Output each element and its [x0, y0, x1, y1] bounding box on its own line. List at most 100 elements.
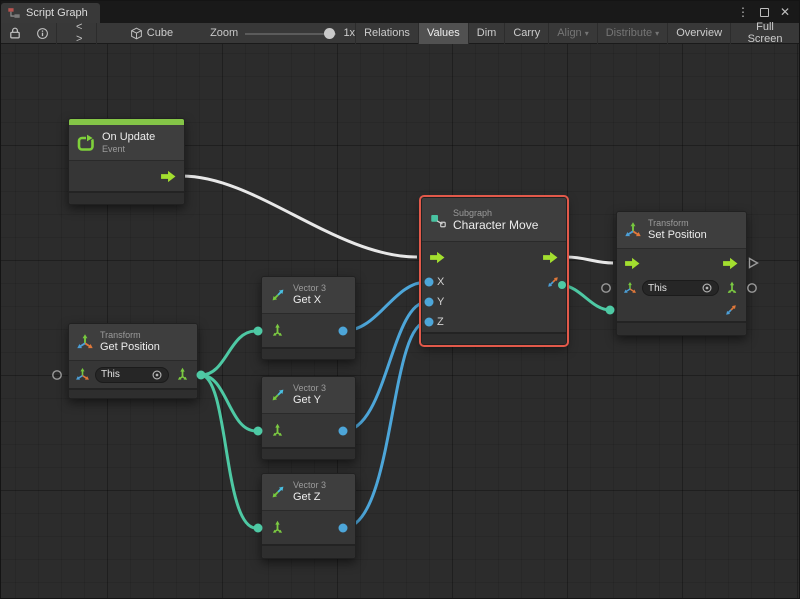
overview-button[interactable]: Overview — [667, 23, 730, 44]
info-icon[interactable] — [29, 23, 56, 44]
vector3-input-icon[interactable] — [269, 322, 286, 339]
wire-getposition-to-getx — [201, 331, 256, 375]
node-surtitle: Subgraph — [453, 208, 538, 219]
subgraph-icon — [429, 211, 447, 229]
node-on-update[interactable]: On Update Event — [68, 118, 185, 205]
node-title: Get Z — [293, 491, 326, 504]
relations-button[interactable]: Relations — [355, 23, 418, 44]
object-picker-icon[interactable] — [151, 369, 163, 381]
flow-output-port[interactable] — [722, 257, 739, 270]
flow-input-port[interactable] — [429, 251, 446, 264]
node-title: Set Position — [648, 229, 707, 242]
node-header[interactable]: Vector 3 Get Y — [262, 377, 355, 414]
values-button[interactable]: Values — [418, 23, 468, 44]
node-get-position[interactable]: Transform Get Position This — [68, 323, 198, 399]
node-set-position[interactable]: Transform Set Position This — [616, 211, 747, 336]
distribute-dropdown[interactable]: Distribute — [597, 23, 667, 44]
node-title: Get Position — [100, 341, 160, 354]
wire-charactermove-to-setposition — [567, 257, 613, 263]
close-icon[interactable]: ✕ — [780, 5, 790, 19]
node-character-move[interactable]: Subgraph Character Move X Y Z — [421, 197, 567, 345]
toolbar-separator — [96, 23, 97, 44]
vector3-icon — [269, 483, 287, 501]
zoom-value: 1x — [343, 27, 355, 39]
align-dropdown[interactable]: Align — [548, 23, 596, 44]
input-label-x: X — [437, 276, 444, 288]
node-header[interactable]: Transform Set Position — [617, 212, 746, 249]
graph-toolbar: < > Cube Zoom 1x Relations Values Dim Ca… — [1, 23, 799, 44]
node-footer — [262, 544, 355, 558]
kebab-menu-icon[interactable]: ⋮ — [737, 5, 749, 19]
vector3-icon — [269, 386, 287, 404]
node-surtitle: Vector 3 — [293, 283, 326, 294]
zoom-slider-track — [245, 33, 336, 35]
fullscreen-button[interactable]: Full Screen — [730, 23, 799, 44]
node-header[interactable]: Subgraph Character Move — [422, 198, 566, 242]
vector-output-icon[interactable] — [723, 302, 739, 318]
node-footer — [617, 321, 746, 335]
node-header[interactable]: Vector 3 Get Z — [262, 474, 355, 511]
transform-port-icon — [623, 281, 637, 295]
cube-icon — [130, 27, 143, 40]
node-footer — [69, 388, 197, 398]
wire-getposition-to-getz — [201, 375, 256, 528]
zoom-label: Zoom — [210, 27, 238, 39]
graph-canvas[interactable]: On Update Event Transform Get Position — [1, 44, 799, 598]
node-surtitle: Transform — [648, 218, 707, 229]
flow-input-port[interactable] — [624, 257, 641, 270]
lock-icon[interactable] — [1, 23, 29, 44]
node-footer — [262, 347, 355, 359]
transform-port-icon — [75, 367, 90, 382]
node-subtitle: Event — [102, 144, 155, 155]
flow-output-port[interactable] — [542, 251, 559, 264]
zoom-slider[interactable] — [245, 23, 336, 44]
tab-title: Script Graph — [26, 7, 88, 19]
flow-output-port[interactable] — [160, 170, 177, 183]
transform-icon — [624, 221, 642, 239]
vector-output-icon[interactable] — [545, 274, 561, 290]
tab-script-graph[interactable]: Script Graph — [1, 3, 100, 23]
this-value: This — [101, 369, 120, 380]
node-surtitle: Vector 3 — [293, 480, 326, 491]
target-selector[interactable]: Cube — [123, 23, 180, 44]
toolbar-buttons: Relations Values Dim Carry Align Distrib… — [355, 23, 799, 44]
node-footer — [262, 447, 355, 459]
node-header[interactable]: Transform Get Position — [69, 324, 197, 361]
this-object-field[interactable]: This — [642, 280, 719, 296]
node-title: Get X — [293, 294, 326, 307]
vector3-input-icon[interactable] — [269, 422, 286, 439]
maximize-icon[interactable] — [760, 8, 769, 17]
vector3-icon — [269, 286, 287, 304]
object-picker-icon[interactable] — [701, 282, 713, 294]
script-graph-icon — [7, 6, 21, 20]
node-footer — [422, 332, 566, 344]
node-surtitle: Vector 3 — [293, 383, 326, 394]
transform-output-icon[interactable] — [724, 280, 740, 296]
tab-bar: Script Graph ⋮ ✕ — [1, 1, 799, 23]
code-preview-toggle[interactable]: < > — [69, 23, 96, 44]
toolbar-separator — [56, 23, 57, 44]
node-surtitle: Transform — [100, 330, 160, 341]
script-graph-window: Script Graph ⋮ ✕ < > Cube Zoom 1x Relati… — [0, 0, 800, 599]
zoom-slider-handle[interactable] — [324, 28, 335, 39]
node-header[interactable]: On Update Event — [69, 125, 184, 161]
vector3-input-icon[interactable] — [269, 519, 286, 536]
node-footer — [69, 191, 184, 204]
node-header[interactable]: Vector 3 Get X — [262, 277, 355, 314]
input-label-z: Z — [437, 316, 444, 328]
this-object-field[interactable]: This — [95, 367, 169, 383]
wire-charactermove-to-setposition-value — [562, 285, 610, 310]
node-get-z[interactable]: Vector 3 Get Z — [261, 473, 356, 559]
dim-button[interactable]: Dim — [468, 23, 505, 44]
window-controls: ⋮ ✕ — [737, 5, 799, 19]
vector3-output-icon[interactable] — [174, 366, 191, 383]
carry-button[interactable]: Carry — [504, 23, 548, 44]
node-title: Character Move — [453, 219, 538, 232]
input-label-y: Y — [437, 296, 444, 308]
transform-icon — [76, 333, 94, 351]
node-title: Get Y — [293, 394, 326, 407]
this-value: This — [648, 283, 667, 294]
node-get-y[interactable]: Vector 3 Get Y — [261, 376, 356, 460]
on-update-event-icon — [76, 133, 96, 153]
node-get-x[interactable]: Vector 3 Get X — [261, 276, 356, 360]
